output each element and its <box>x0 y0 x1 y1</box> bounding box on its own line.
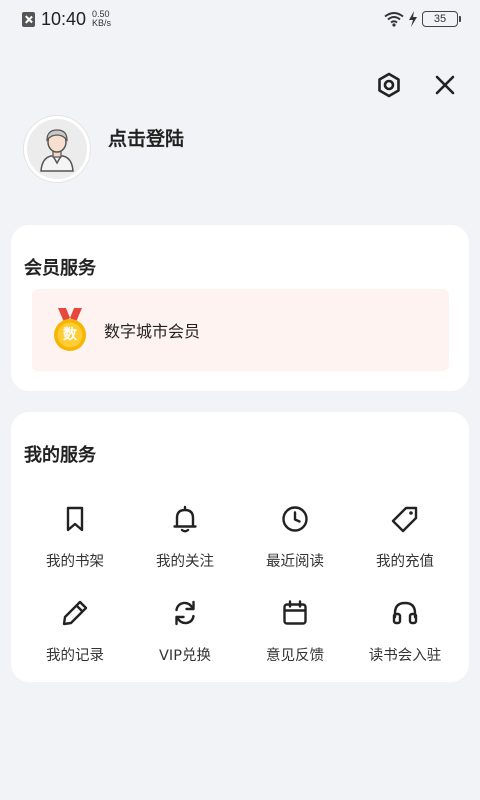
battery-indicator: 35 <box>422 11 461 27</box>
medal-icon: 数 <box>52 308 88 352</box>
login-link[interactable]: 点击登陆 <box>108 124 184 151</box>
network-speed: 0.50 KB/s <box>92 9 112 28</box>
services-section-title: 我的服务 <box>24 445 96 466</box>
wifi-icon <box>384 12 404 27</box>
vip-section-title: 会员服务 <box>24 258 96 279</box>
service-feedback[interactable]: 意见反馈 <box>240 594 350 688</box>
tag-icon <box>391 506 418 533</box>
close-button[interactable] <box>430 70 460 100</box>
bell-icon <box>173 505 197 533</box>
service-reading-club[interactable]: 读书会入驻 <box>350 594 460 688</box>
services-grid: 我的书架 我的关注 最近阅读 我的充值 我的记录 VIP兑换 意见反馈 读书会入… <box>11 500 469 688</box>
service-records[interactable]: 我的记录 <box>20 594 130 688</box>
status-time: 10:40 <box>41 8 87 29</box>
vip-services-card: 会员服务 数 数字城市会员 <box>11 225 469 391</box>
headset-icon <box>392 601 418 625</box>
clock-icon <box>282 506 308 532</box>
calendar-icon <box>283 600 307 625</box>
my-services-card: 我的服务 我的书架 我的关注 最近阅读 我的充值 我的记录 VIP兑换 意见反馈… <box>11 412 469 682</box>
member-center-screen: 10:40 0.50 KB/s 35 点击登陆 会员服务 数 数字城市会员 我的… <box>0 0 480 800</box>
digital-city-membership-item[interactable]: 数 数字城市会员 <box>32 289 449 371</box>
pencil-icon <box>62 600 88 626</box>
user-avatar-icon <box>40 129 74 172</box>
service-recent-reading[interactable]: 最近阅读 <box>240 500 350 594</box>
medal-char: 数 <box>63 327 77 343</box>
charging-icon <box>409 11 417 27</box>
notification-icon <box>22 11 35 27</box>
close-icon <box>435 75 455 95</box>
vip-item-label: 数字城市会员 <box>104 322 201 341</box>
service-vip-redeem[interactable]: VIP兑换 <box>130 594 240 688</box>
settings-button[interactable] <box>374 70 404 100</box>
service-recharge[interactable]: 我的充值 <box>350 500 460 594</box>
status-bar: 10:40 0.50 KB/s 35 <box>0 0 480 38</box>
refresh-icon <box>175 600 195 626</box>
settings-icon <box>378 72 400 98</box>
service-following[interactable]: 我的关注 <box>130 500 240 594</box>
bookmark-icon <box>66 506 84 532</box>
service-bookshelf[interactable]: 我的书架 <box>20 500 130 594</box>
avatar[interactable] <box>24 116 90 182</box>
